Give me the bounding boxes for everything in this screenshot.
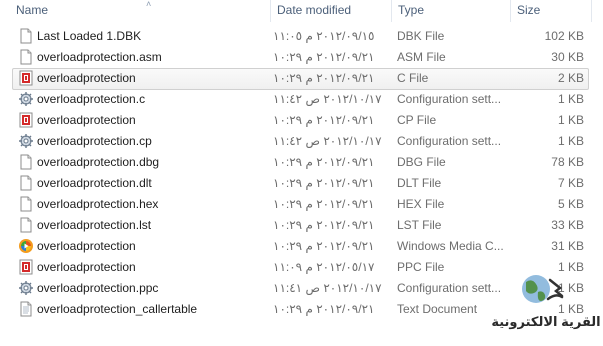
column-header-date-modified[interactable]: Date modified — [271, 0, 391, 20]
file-size: 78 KB — [551, 155, 584, 169]
file-name: overloadprotection.c — [37, 92, 146, 106]
red-source-file-icon — [18, 70, 34, 86]
file-date-modified: ٢٠١٢/٠٩/٢١ م ١٠:٢٩ — [273, 197, 375, 211]
file-date-modified: ٢٠١٢/١٠/١٧ ص ١١:٤٢ — [273, 134, 382, 148]
file-type: DBG File — [397, 155, 446, 169]
file-type: Configuration sett... — [397, 281, 502, 295]
file-date-modified: ٢٠١٢/١٠/١٧ ص ١١:٤١ — [273, 281, 382, 295]
file-type: LST File — [397, 218, 442, 232]
file-row[interactable]: overloadprotection.c ٢٠١٢/١٠/١٧ ص ١١:٤٢ Co… — [0, 89, 603, 110]
red-source-file-icon — [18, 259, 34, 275]
file-type: CP File — [397, 113, 437, 127]
file-date-modified: ٢٠١٢/٠٩/٢١ م ١٠:٢٩ — [273, 113, 375, 127]
document-icon — [18, 49, 34, 65]
config-gear-icon — [18, 280, 34, 296]
file-date-modified: ٢٠١٢/٠٩/٢١ م ١٠:٢٩ — [273, 50, 375, 64]
file-row[interactable]: overloadprotection.cp ٢٠١٢/١٠/١٧ ص ١١:٤٢ C… — [0, 131, 603, 152]
file-name: overloadprotection.ppc — [37, 281, 159, 295]
file-name: overloadprotection.dbg — [37, 155, 160, 169]
file-size: 30 KB — [551, 50, 584, 64]
file-size: 1 KB — [557, 134, 584, 148]
file-name: Last Loaded 1.DBK — [37, 29, 142, 43]
windows-media-icon — [18, 238, 34, 254]
file-type: DBK File — [397, 29, 445, 43]
file-row[interactable]: overloadprotection.dlt ٢٠١٢/٠٩/٢١ م ١٠:٢٩… — [0, 173, 603, 194]
config-gear-icon — [18, 133, 34, 149]
file-date-modified: ٢٠١٢/٠٩/٢١ م ١٠:٢٩ — [273, 155, 375, 169]
config-gear-icon — [18, 91, 34, 107]
file-name: overloadprotection — [37, 239, 136, 253]
document-icon — [18, 175, 34, 191]
file-size: 31 KB — [551, 239, 584, 253]
file-date-modified: ٢٠١٢/١٠/١٧ ص ١١:٤٢ — [273, 92, 382, 106]
file-name: overloadprotection.hex — [37, 197, 159, 211]
file-size: 102 KB — [544, 29, 584, 43]
text-document-icon — [18, 301, 34, 317]
file-date-modified: ٢٠١٢/٠٩/٢١ م ١٠:٢٩ — [273, 302, 375, 316]
file-row[interactable]: overloadprotection.lst ٢٠١٢/٠٩/٢١ م ١٠:٢٩… — [0, 215, 603, 236]
column-header-name[interactable]: Name — [10, 0, 270, 20]
file-type: Configuration sett... — [397, 134, 502, 148]
red-source-file-icon — [18, 112, 34, 128]
watermark-text: القرية الالكترونية — [491, 314, 601, 329]
file-row[interactable]: overloadprotection ٢٠١٢/٠٩/٢١ م ١٠:٢٩ C Fi… — [0, 68, 603, 90]
file-type: DLT File — [397, 176, 442, 190]
file-type: Windows Media C... — [397, 239, 504, 253]
document-icon — [18, 28, 34, 44]
file-name: overloadprotection.cp — [37, 134, 152, 148]
file-date-modified: ٢٠١٢/٠٩/٢١ م ١٠:٢٩ — [273, 176, 375, 190]
column-header-size[interactable]: Size — [511, 0, 591, 20]
globe-logo-icon — [522, 275, 564, 303]
file-date-modified: ٢٠١٢/٠٩/٢١ م ١٠:٢٩ — [273, 218, 375, 232]
file-size: 1 KB — [557, 113, 584, 127]
file-name: overloadprotection — [37, 113, 136, 127]
file-type: Text Document — [397, 302, 478, 316]
file-date-modified: ٢٠١٢/٠٩/٢١ م ١٠:٢٩ — [273, 239, 375, 253]
file-type: ASM File — [397, 50, 446, 64]
column-header-bar: ˄ Name Date modified Type Size — [0, 0, 603, 22]
file-size: 5 KB — [557, 197, 584, 211]
file-name: overloadprotection — [37, 260, 136, 274]
file-size: 33 KB — [551, 218, 584, 232]
document-icon — [18, 154, 34, 170]
file-type: PPC File — [397, 260, 445, 274]
file-name: overloadprotection.lst — [37, 218, 152, 232]
file-row[interactable]: overloadprotection.asm ٢٠١٢/٠٩/٢١ م ١٠:٢٩… — [0, 47, 603, 68]
file-date-modified: ٢٠١٢/٠٩/٢١ م ١٠:٢٩ — [273, 71, 375, 85]
column-divider[interactable] — [591, 0, 592, 22]
file-size: 7 KB — [557, 176, 584, 190]
file-row[interactable]: Last Loaded 1.DBK ٢٠١٢/٠٩/١٥ م ١١:٠٥ DBK F… — [0, 26, 603, 47]
file-date-modified: ٢٠١٢/٠٩/١٥ م ١١:٠٥ — [273, 29, 375, 43]
file-row[interactable]: overloadprotection.hex ٢٠١٢/٠٩/٢١ م ١٠:٢٩… — [0, 194, 603, 215]
file-size: 2 KB — [557, 71, 584, 85]
file-size: 1 KB — [557, 92, 584, 106]
file-name: overloadprotection.asm — [37, 50, 162, 64]
document-icon — [18, 196, 34, 212]
file-date-modified: ٢٠١٢/٠٥/١٧ م ١١:٠٩ — [273, 260, 375, 274]
file-name: overloadprotection_callertable — [37, 302, 198, 316]
file-row[interactable]: overloadprotection ٢٠١٢/٠٩/٢١ م ١٠:٢٩ CP F… — [0, 110, 603, 131]
column-header-type[interactable]: Type — [392, 0, 510, 20]
file-row[interactable]: overloadprotection ٢٠١٢/٠٩/٢١ م ١٠:٢٩ Wind… — [0, 236, 603, 257]
file-row[interactable]: overloadprotection.dbg ٢٠١٢/٠٩/٢١ م ١٠:٢٩… — [0, 152, 603, 173]
file-type: HEX File — [397, 197, 445, 211]
file-name: overloadprotection.dlt — [37, 176, 152, 190]
file-type: Configuration sett... — [397, 92, 502, 106]
file-type: C File — [397, 71, 429, 85]
document-icon — [18, 217, 34, 233]
file-name: overloadprotection — [37, 71, 136, 85]
